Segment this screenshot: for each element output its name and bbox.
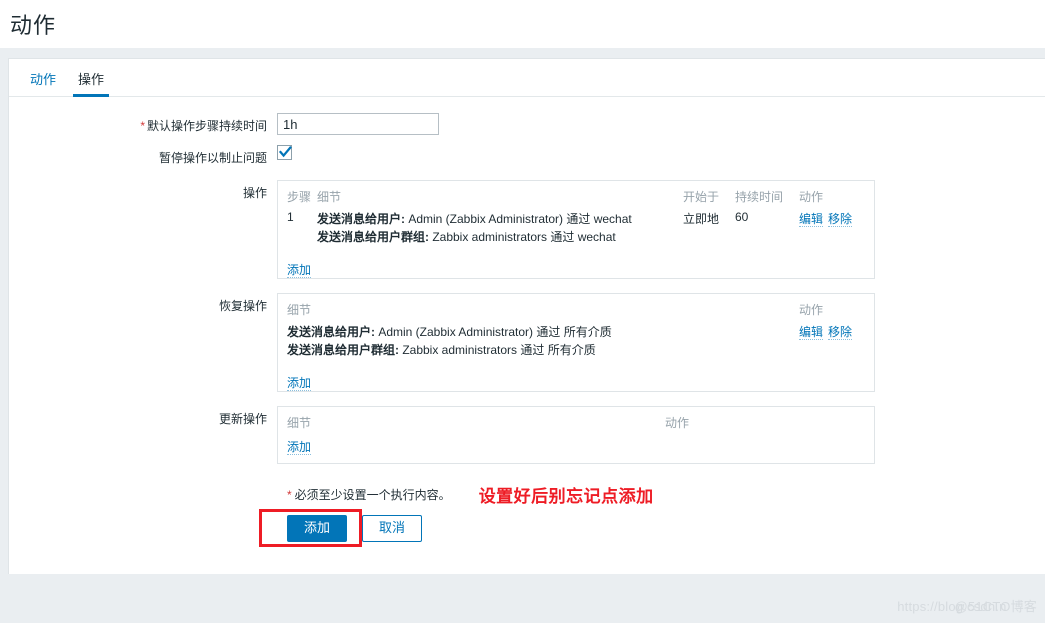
table-row: 发送消息给用户: Admin (Zabbix Administrator) 通过… — [287, 322, 865, 360]
pause-suppressed-field-wrap — [277, 145, 1045, 166]
operations-table: 步骤 细节 开始于 持续时间 动作 1 发送消息给用户: Admin (Zabb… — [287, 187, 865, 247]
operations-cell-duration: 60 — [735, 210, 749, 224]
operation-detail-key: 发送消息给用户: — [317, 212, 405, 226]
operations-col-duration: 持续时间 — [735, 190, 784, 204]
field-row-pause-suppressed: 暂停操作以制止问题 — [9, 145, 1045, 166]
page-header: 动作 — [0, 0, 1045, 48]
recovery-col-actions: 动作 — [799, 303, 824, 317]
update-operations-header-row: 细节 动作 — [287, 413, 865, 435]
recovery-operations-box: 细节 动作 发送消息给用户: Admin (Zabbix Administrat… — [277, 293, 875, 392]
operations-table-body: 1 发送消息给用户: Admin (Zabbix Administrator) … — [287, 209, 865, 247]
tab-action[interactable]: 动作 — [19, 69, 67, 96]
default-duration-field-wrap — [277, 113, 1045, 135]
operation-remove-link[interactable]: 移除 — [828, 212, 853, 227]
operations-table-head: 步骤 细节 开始于 持续时间 动作 — [287, 187, 865, 209]
field-row-recovery-operations: 恢复操作 细节 动作 发送消息给用户: Admin (Zabbix Admini… — [9, 293, 1045, 392]
watermark-brand-text: @51CTO博客 — [954, 599, 1037, 614]
update-col-actions: 动作 — [665, 416, 690, 430]
operations-form: *默认操作步骤持续时间 暂停操作以制止问题 操作 — [9, 97, 1045, 547]
field-row-update-operations: 更新操作 细节 动作 添加 — [9, 406, 1045, 464]
default-duration-input[interactable] — [277, 113, 439, 135]
recovery-detail-line: 发送消息给用户群组: Zabbix administrators 通过 所有介质 — [287, 341, 799, 359]
operation-detail-line: 发送消息给用户群组: Zabbix administrators 通过 wech… — [317, 228, 683, 246]
recovery-operations-label: 恢复操作 — [218, 299, 267, 313]
form-footnote: * 必须至少设置一个执行内容。 设置好后别忘记点添加 — [9, 482, 1045, 507]
cancel-button[interactable]: 取消 — [362, 515, 423, 542]
field-row-operations: 操作 步骤 细节 开始于 持续时间 动作 1 发送消息给用户: Admin (Z… — [9, 180, 1045, 279]
operation-detail-line: 发送消息给用户: Admin (Zabbix Administrator) 通过… — [317, 210, 683, 228]
operations-field-wrap: 步骤 细节 开始于 持续时间 动作 1 发送消息给用户: Admin (Zabb… — [277, 180, 1045, 279]
operations-label: 操作 — [242, 186, 267, 200]
watermark: https://blog.csdn.n@51CTO博客 — [897, 596, 1037, 615]
operations-col-step: 步骤 — [287, 190, 312, 204]
operations-cell-step: 1 — [287, 210, 294, 224]
recovery-operations-add-wrap: 添加 — [287, 360, 865, 391]
recovery-cell-actions: 编辑 移除 — [799, 322, 865, 360]
pause-suppressed-checkbox[interactable] — [277, 145, 292, 161]
recovery-detail-value: Admin (Zabbix Administrator) 通过 所有介质 — [375, 325, 612, 339]
footnote-text: 必须至少设置一个执行内容。 — [294, 488, 451, 502]
recovery-operations-field-wrap: 细节 动作 发送消息给用户: Admin (Zabbix Administrat… — [277, 293, 1045, 392]
operations-box: 步骤 细节 开始于 持续时间 动作 1 发送消息给用户: Admin (Zabb… — [277, 180, 875, 279]
table-row: 1 发送消息给用户: Admin (Zabbix Administrator) … — [287, 209, 865, 247]
operation-edit-link[interactable]: 编辑 — [799, 212, 824, 227]
operations-header-row: 步骤 细节 开始于 持续时间 动作 — [287, 187, 865, 209]
recovery-operations-table-head: 细节 动作 — [287, 300, 865, 322]
field-row-default-duration: * 默认操作步骤持续时间 — [9, 113, 1045, 135]
recovery-operations-header-row: 细节 动作 — [287, 300, 865, 322]
operations-add-link[interactable]: 添加 — [287, 263, 312, 278]
page-title: 动作 — [10, 13, 57, 38]
recovery-detail-key: 发送消息给用户: — [287, 325, 375, 339]
check-icon — [279, 146, 292, 158]
form-button-row: 添加 取消 — [9, 509, 1045, 547]
update-operations-box: 细节 动作 添加 — [277, 406, 875, 464]
recovery-detail-key: 发送消息给用户群组: — [287, 343, 399, 357]
operations-col-start: 开始于 — [683, 190, 720, 204]
recovery-edit-link[interactable]: 编辑 — [799, 325, 824, 340]
operations-cell-actions: 编辑 移除 — [799, 209, 865, 247]
operations-cell-details: 发送消息给用户: Admin (Zabbix Administrator) 通过… — [317, 209, 683, 247]
recovery-remove-link[interactable]: 移除 — [828, 325, 853, 340]
recovery-col-details: 细节 — [287, 303, 312, 317]
add-button[interactable]: 添加 — [287, 515, 348, 542]
update-operations-table: 细节 动作 — [287, 413, 865, 435]
tab-bar: 动作 操作 — [9, 59, 1045, 97]
default-duration-label: * 默认操作步骤持续时间 — [9, 113, 277, 135]
tab-operations[interactable]: 操作 — [67, 69, 115, 97]
update-operations-add-link[interactable]: 添加 — [287, 440, 312, 455]
operations-col-actions: 动作 — [799, 190, 824, 204]
operation-detail-key: 发送消息给用户群组: — [317, 230, 429, 244]
pause-suppressed-label: 暂停操作以制止问题 — [158, 151, 267, 165]
operations-add-wrap: 添加 — [287, 247, 865, 278]
recovery-operations-add-link[interactable]: 添加 — [287, 376, 312, 391]
update-operations-field-wrap: 细节 动作 添加 — [277, 406, 1045, 464]
update-col-details: 细节 — [287, 416, 312, 430]
recovery-operations-table-body: 发送消息给用户: Admin (Zabbix Administrator) 通过… — [287, 322, 865, 360]
recovery-operations-table: 细节 动作 发送消息给用户: Admin (Zabbix Administrat… — [287, 300, 865, 360]
operation-detail-value: Zabbix administrators 通过 wechat — [429, 230, 616, 244]
default-duration-label-text: 默认操作步骤持续时间 — [146, 119, 267, 133]
update-operations-table-head: 细节 动作 — [287, 413, 865, 435]
operations-cell-start: 立即地 — [683, 212, 720, 226]
operation-detail-value: Admin (Zabbix Administrator) 通过 wechat — [405, 212, 632, 226]
operations-col-details: 细节 — [317, 190, 342, 204]
content-card: 动作 操作 *默认操作步骤持续时间 暂停操作以制止问题 操作 — [8, 58, 1045, 574]
recovery-detail-value: Zabbix administrators 通过 所有介质 — [399, 343, 596, 357]
footnote-asterisk-icon: * — [287, 487, 292, 502]
recovery-detail-line: 发送消息给用户: Admin (Zabbix Administrator) 通过… — [287, 323, 799, 341]
header-divider-band — [0, 48, 1045, 58]
update-operations-label: 更新操作 — [218, 412, 267, 426]
required-asterisk-icon: * — [140, 119, 145, 133]
recovery-cell-details: 发送消息给用户: Admin (Zabbix Administrator) 通过… — [287, 322, 799, 360]
update-operations-add-wrap: 添加 — [287, 435, 865, 455]
red-annotation-text: 设置好后别忘记点添加 — [478, 487, 654, 506]
